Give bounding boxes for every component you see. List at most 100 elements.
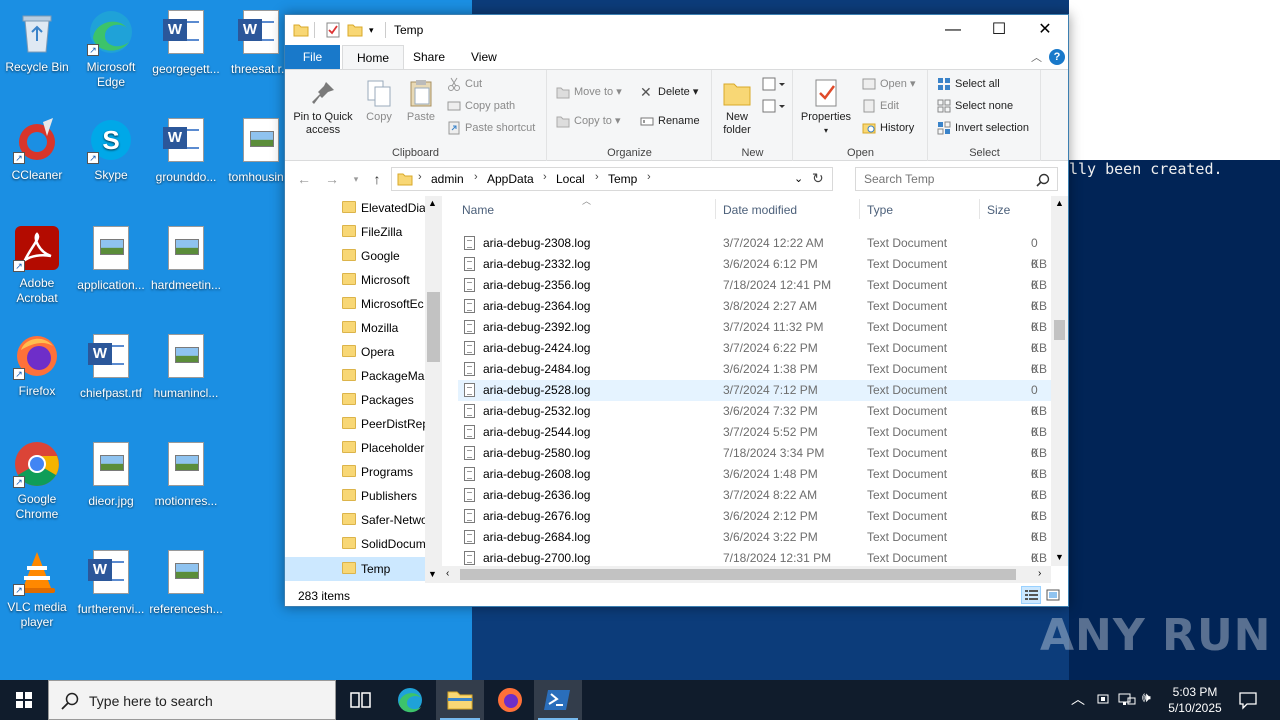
select-none-button[interactable]: Select none	[935, 96, 1013, 116]
tab-share[interactable]: Share	[399, 45, 459, 69]
delete-button[interactable]: ✕ Delete ▾	[638, 82, 698, 102]
select-all-button[interactable]: Select all	[935, 74, 1000, 94]
tab-view[interactable]: View	[457, 45, 511, 69]
vertical-scroll-thumb[interactable]	[1054, 320, 1065, 340]
volume-icon[interactable]: 🕪	[1142, 689, 1151, 706]
column-type[interactable]: Type	[867, 203, 893, 217]
nav-scrollbar[interactable]: ▲ ▼	[425, 196, 442, 583]
collapse-ribbon-icon[interactable]: ︿	[1031, 49, 1042, 65]
qat-dropdown-icon[interactable]: ▾	[369, 22, 385, 38]
table-row[interactable]: aria-debug-2580.log 7/18/2024 3:34 PM Text…	[458, 443, 1052, 481]
desktop-icon-georgegett[interactable]: W georgegett...	[149, 8, 223, 77]
taskbar-clock[interactable]: 5:03 PM 5/10/2025	[1162, 684, 1228, 716]
taskbar-file-explorer-button[interactable]	[436, 680, 484, 720]
breadcrumb-admin[interactable]: admin	[431, 172, 464, 186]
desktop-icon-recycle-bin[interactable]: Recycle Bin	[0, 8, 74, 75]
desktop-icon-vlc[interactable]: ↗ VLC media player	[0, 548, 74, 630]
horizontal-scroll-thumb[interactable]	[460, 569, 1016, 580]
address-bar[interactable]: › admin › AppData › Local › Temp › ⌄ ↻	[391, 167, 833, 191]
scroll-up-icon[interactable]: ▲	[428, 198, 437, 208]
nav-item-microsoft[interactable]: Microsoft	[285, 268, 425, 292]
nav-item-packages[interactable]: Packages	[285, 388, 425, 412]
desktop-icon-humanincl[interactable]: humanincl...	[149, 332, 223, 401]
edit-button[interactable]: Edit	[860, 96, 899, 116]
scroll-up-icon[interactable]: ▲	[1055, 198, 1064, 208]
refresh-icon[interactable]: ↻	[812, 170, 824, 187]
column-size[interactable]: Size	[987, 203, 1010, 217]
scroll-down-icon[interactable]: ▼	[428, 569, 437, 579]
table-row[interactable]: aria-debug-2356.log 7/18/2024 12:41 PM Tex…	[458, 275, 1052, 313]
column-divider[interactable]	[859, 199, 860, 219]
nav-item-microsoftec[interactable]: MicrosoftEc	[285, 292, 425, 316]
desktop-icon-chiefpast[interactable]: W chiefpast.rtf	[74, 332, 148, 401]
nav-scroll-thumb[interactable]	[427, 292, 440, 362]
table-row[interactable]: aria-debug-2392.log 3/7/2024 11:32 PM Text…	[458, 317, 1052, 355]
taskbar-search-box[interactable]: Type here to search	[48, 680, 336, 720]
table-row[interactable]: aria-debug-2608.log 3/6/2024 1:48 PM Text …	[458, 464, 1052, 502]
table-row[interactable]: aria-debug-2332.log 3/6/2024 6:12 PM Text …	[458, 254, 1052, 292]
properties-check-icon[interactable]	[325, 22, 341, 38]
desktop-icon-ccleaner[interactable]: ↗ CCleaner	[0, 116, 74, 183]
desktop-icon-motionres[interactable]: motionres...	[149, 440, 223, 509]
large-icons-view-button[interactable]	[1043, 586, 1063, 604]
scroll-down-icon[interactable]: ▼	[1055, 552, 1064, 562]
desktop-icon-google-chrome[interactable]: ↗ Google Chrome	[0, 440, 74, 522]
table-row[interactable]: aria-debug-2636.log 3/7/2024 8:22 AM Text …	[458, 485, 1052, 523]
start-button[interactable]	[0, 680, 48, 720]
scroll-right-icon[interactable]: ›	[1038, 568, 1041, 579]
nav-item-temp[interactable]: Temp	[285, 557, 425, 581]
nav-item-packagema[interactable]: PackageMa	[285, 364, 425, 388]
table-row[interactable]: aria-debug-2532.log 3/6/2024 7:32 PM Text …	[458, 401, 1052, 439]
paste-button[interactable]: Paste	[401, 78, 441, 124]
breadcrumb-local[interactable]: Local	[556, 172, 585, 186]
scroll-left-icon[interactable]: ‹	[446, 568, 449, 579]
table-row[interactable]: aria-debug-2676.log 3/6/2024 2:12 PM Text …	[458, 506, 1052, 544]
invert-selection-button[interactable]: Invert selection	[935, 118, 1029, 138]
desktop-icon-hardmeetin[interactable]: hardmeetin...	[149, 224, 223, 293]
table-row[interactable]: aria-debug-2544.log 3/7/2024 5:52 PM Text …	[458, 422, 1052, 460]
nav-item-peerdistrep[interactable]: PeerDistRep	[285, 412, 425, 436]
nav-item-soliddocuments[interactable]: SolidDocum	[285, 532, 425, 556]
nav-item-mozilla[interactable]: Mozilla	[285, 316, 425, 340]
table-row[interactable]: aria-debug-2684.log 3/6/2024 3:22 PM Text …	[458, 527, 1052, 565]
copy-path-button[interactable]: Copy path	[445, 96, 515, 116]
desktop-icon-application-file[interactable]: application...	[74, 224, 148, 293]
taskbar-edge-button[interactable]	[386, 680, 434, 720]
new-folder-button[interactable]: New folder	[715, 78, 759, 137]
taskbar-powershell-button[interactable]	[534, 680, 582, 720]
network-device-icon[interactable]	[1095, 691, 1111, 710]
taskbar-firefox-button[interactable]	[486, 680, 534, 720]
breadcrumb-temp[interactable]: Temp	[608, 172, 637, 186]
maximize-button[interactable]: ☐	[976, 15, 1022, 45]
column-divider[interactable]	[979, 199, 980, 219]
move-to-button[interactable]: Move to ▾	[554, 82, 622, 102]
desktop-icon-firefox[interactable]: ↗ Firefox	[0, 332, 74, 399]
nav-item-safer-networking[interactable]: Safer-Netwo	[285, 508, 425, 532]
notifications-icon[interactable]	[1238, 690, 1258, 713]
desktop-icon-skype[interactable]: S ↗ Skype	[74, 116, 148, 183]
table-row[interactable]: aria-debug-2364.log 3/8/2024 2:27 AM Text …	[458, 296, 1052, 334]
open-button[interactable]: Open ▾	[860, 74, 916, 94]
minimize-button[interactable]: —	[930, 15, 976, 45]
title-bar[interactable]: ▾ Temp — ☐ ✕	[285, 15, 1068, 45]
table-row[interactable]: aria-debug-2484.log 3/6/2024 1:38 PM Text …	[458, 359, 1052, 397]
easy-access-icon[interactable]	[761, 98, 785, 117]
show-hidden-icons-chevron[interactable]: ︿	[1071, 689, 1085, 709]
desktop-icon-grounddo[interactable]: W grounddo...	[149, 116, 223, 185]
forward-arrow-icon[interactable]: →	[323, 170, 341, 188]
paste-shortcut-button[interactable]: Paste shortcut	[445, 118, 535, 138]
nav-item-opera[interactable]: Opera	[285, 340, 425, 364]
desktop-icon-referencesh[interactable]: referencesh...	[149, 548, 223, 617]
column-date-modified[interactable]: Date modified	[723, 203, 797, 217]
new-folder-qat-icon[interactable]	[347, 22, 363, 38]
pin-to-quick-access-button[interactable]: Pin to Quick access	[291, 78, 355, 137]
nav-item-placeholder[interactable]: Placeholder	[285, 436, 425, 460]
close-button[interactable]: ✕	[1022, 15, 1068, 45]
help-icon[interactable]: ?	[1049, 49, 1065, 65]
address-dropdown-icon[interactable]: ⌄	[794, 172, 803, 185]
desktop-icon-dieor[interactable]: dieor.jpg	[74, 440, 148, 509]
recent-locations-chevron-icon[interactable]: ▾	[347, 170, 365, 188]
network-icon[interactable]	[1118, 691, 1136, 710]
task-view-button[interactable]	[336, 680, 384, 720]
search-icon[interactable]	[1036, 173, 1050, 190]
